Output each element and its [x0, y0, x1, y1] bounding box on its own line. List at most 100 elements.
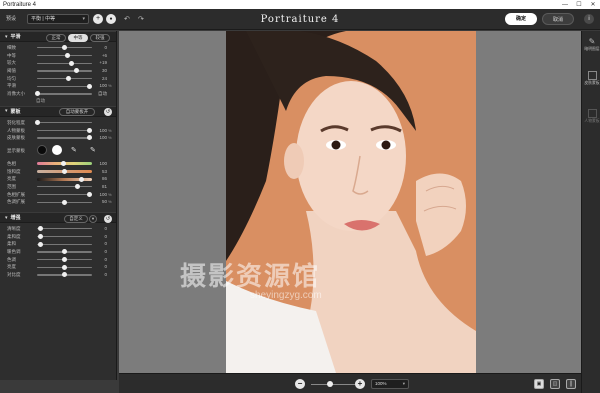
undo-icon[interactable]: ↶ [124, 15, 130, 23]
zoom-select[interactable]: 100% ▾ [371, 379, 409, 389]
auto-mask-button[interactable]: 自动蒙板开 [59, 108, 95, 117]
slider-value[interactable]: 30 [95, 68, 107, 73]
slider-value[interactable]: 100 [95, 161, 107, 166]
slider-knob[interactable] [37, 233, 43, 239]
slider-value[interactable]: 50 [95, 199, 107, 204]
redo-icon[interactable]: ↷ [138, 15, 144, 23]
slider-value[interactable]: 0 [95, 272, 107, 277]
slider-knob[interactable] [62, 257, 67, 263]
slider-value[interactable]: 53 [95, 169, 107, 174]
slider-track[interactable] [37, 228, 92, 230]
mask-color-white[interactable] [52, 144, 62, 155]
slider-value[interactable]: 0 [95, 234, 107, 239]
slider-value[interactable]: +6 [95, 53, 107, 58]
zoom-track[interactable] [311, 383, 356, 385]
slider-value[interactable]: 100 [95, 83, 107, 88]
slider-knob[interactable] [62, 264, 67, 270]
slider-knob[interactable] [68, 60, 74, 66]
slider-knob[interactable] [34, 120, 40, 126]
mask-header[interactable]: ▾ 蒙板 自动蒙板开 ↺ [0, 105, 116, 117]
mode-normal[interactable]: 正常 [46, 33, 66, 42]
smoothing-header[interactable]: ▾ 平滑 正常 中等 较强 [0, 31, 116, 42]
slider-knob[interactable] [87, 191, 93, 197]
slider-track[interactable] [37, 62, 92, 64]
slider-value[interactable]: 86 [95, 176, 107, 181]
preset-select[interactable]: 平衡 | 中等 ▾ [27, 14, 89, 24]
slider-value[interactable]: 自动 [95, 91, 107, 97]
slider-track[interactable] [37, 129, 92, 131]
slider-knob[interactable] [66, 76, 72, 82]
zoom-in-button[interactable]: + [355, 379, 365, 389]
ok-button[interactable]: 确定 [505, 13, 537, 25]
portrait-photo[interactable] [226, 31, 476, 373]
eyedropper-plus-icon[interactable]: ✎ [90, 146, 96, 154]
reset-icon[interactable]: ↺ [104, 108, 112, 117]
slider-knob[interactable] [37, 241, 43, 247]
person-mask-icon [587, 109, 597, 118]
eyedropper-icon[interactable]: ✎ [71, 146, 77, 154]
slider-value[interactable]: 100 [95, 192, 107, 197]
slider-value[interactable]: 100 [95, 128, 107, 133]
slider-track[interactable] [37, 122, 92, 124]
slider-knob[interactable] [87, 127, 93, 133]
slider-track[interactable] [37, 243, 92, 245]
slider-value[interactable]: 0 [95, 249, 107, 254]
delete-preset-button[interactable]: ● [106, 14, 116, 24]
slider-knob[interactable] [37, 226, 43, 232]
slider-knob[interactable] [62, 199, 67, 205]
slider-value[interactable]: 0 [95, 264, 107, 269]
side-by-side-view-icon[interactable]: ║ [566, 379, 576, 389]
close-button[interactable]: ✕ [586, 1, 600, 8]
slider-knob[interactable] [62, 45, 67, 51]
layer-button[interactable]: ✎ 暗明图层 [584, 37, 600, 52]
single-view-icon[interactable]: ▣ [534, 379, 544, 389]
zoom-out-button[interactable]: − [295, 379, 305, 389]
skin-mask-button[interactable]: 皮肤蒙板 [584, 71, 600, 86]
enhance-preset-select[interactable]: 自定义 [64, 214, 88, 223]
reset-icon[interactable]: ↺ [104, 214, 112, 223]
slider-knob[interactable] [62, 168, 67, 174]
slider-track[interactable] [37, 77, 92, 80]
slider-knob[interactable] [87, 135, 93, 141]
slider-knob[interactable] [62, 249, 67, 255]
chevron-down-icon[interactable]: ▾ [89, 214, 97, 223]
slider-value[interactable]: 24 [95, 76, 107, 81]
slider-value[interactable]: 81 [95, 184, 107, 189]
slider-track[interactable] [37, 235, 92, 238]
slider-track[interactable] [37, 85, 92, 87]
add-preset-button[interactable]: + [93, 14, 103, 24]
slider-knob[interactable] [74, 68, 80, 74]
slider-value[interactable]: +19 [95, 60, 107, 65]
portrait-image [226, 31, 476, 373]
minimize-button[interactable]: — [558, 2, 572, 8]
slider-value[interactable]: 0 [95, 226, 107, 231]
slider-knob[interactable] [60, 161, 66, 167]
slider-track[interactable] [37, 70, 92, 72]
slider-track[interactable] [37, 193, 92, 196]
slider-knob[interactable] [75, 184, 81, 190]
slider-knob[interactable] [34, 91, 40, 97]
slider-value[interactable]: 0 [95, 241, 107, 246]
slider-value[interactable]: 0 [95, 45, 107, 50]
slider-row: 柔和 0 [0, 240, 116, 248]
mode-medium[interactable]: 中等 [68, 33, 88, 42]
zoom-knob[interactable] [326, 381, 333, 387]
info-button[interactable]: i [584, 14, 594, 24]
slider-value[interactable]: 100 [95, 135, 107, 140]
slider-knob[interactable] [87, 83, 93, 89]
slider-knob[interactable] [64, 52, 70, 58]
mask-color-black[interactable] [37, 144, 47, 155]
cancel-button[interactable]: 取消 [542, 13, 574, 25]
slider-knob[interactable] [78, 176, 84, 182]
luminance-gradient-track[interactable] [37, 177, 92, 181]
person-mask-button[interactable]: 人物蒙板 [584, 109, 600, 124]
slider-value[interactable]: 0 [95, 257, 107, 262]
slider-knob[interactable] [62, 272, 67, 278]
mode-strong[interactable]: 较强 [90, 33, 110, 42]
slider-track[interactable] [37, 93, 92, 95]
enhance-header[interactable]: ▾ 增强 自定义 ▾ ↺ [0, 212, 116, 223]
split-view-icon[interactable]: ◫ [550, 379, 560, 389]
slider-track[interactable] [37, 137, 92, 139]
slider-track[interactable] [37, 186, 92, 188]
maximize-button[interactable]: ☐ [572, 1, 586, 8]
